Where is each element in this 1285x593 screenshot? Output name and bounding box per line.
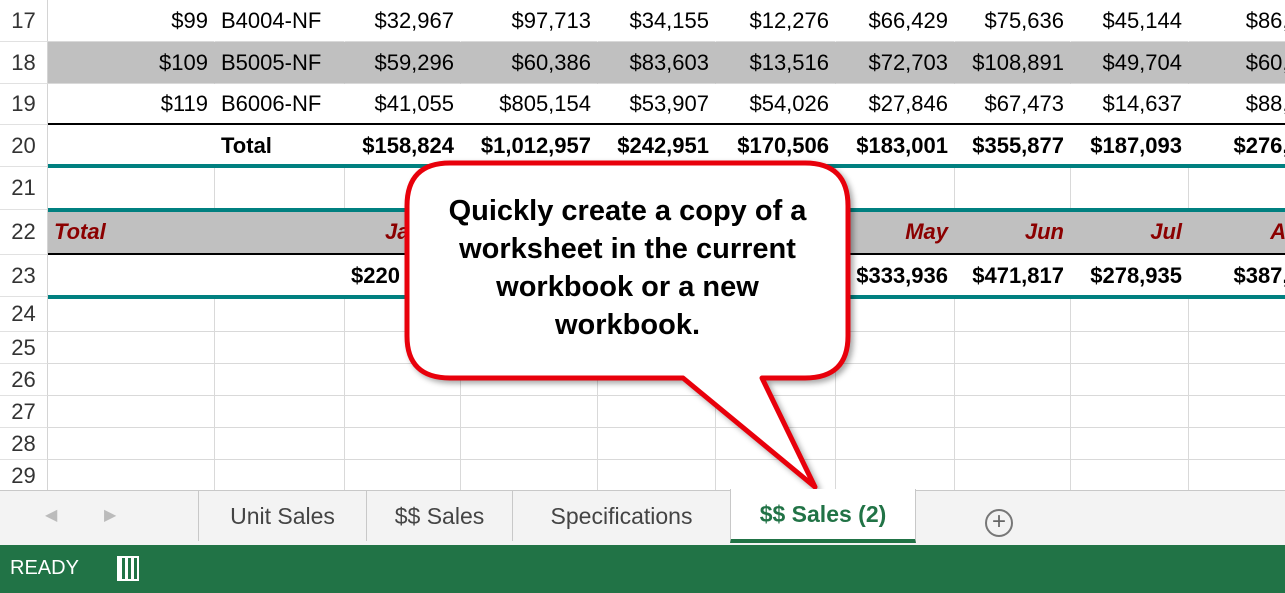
tab-label: $$ Sales (394, 502, 485, 529)
tab-label: Specifications (550, 502, 693, 529)
tab-dollar-sales-2[interactable]: $$ Sales (2) (730, 489, 916, 543)
tab-label: $$ Sales (2) (759, 500, 887, 527)
status-text: READY (10, 557, 79, 579)
chevron-right-icon[interactable]: ▶ (104, 505, 116, 525)
tab-unit-sales[interactable]: Unit Sales (198, 491, 366, 541)
tab-dollar-sales[interactable]: $$ Sales (366, 491, 512, 541)
sheet-tab-bar: ◀ ▶ Unit Sales $$ Sales Specifications $… (0, 489, 1285, 545)
page-layout-icon[interactable] (117, 556, 139, 581)
status-bar: READY (0, 545, 1285, 593)
plus-circle-icon[interactable]: + (985, 509, 1013, 537)
callout-text: Quickly create a copy of a worksheet in … (448, 195, 807, 341)
tab-label: Unit Sales (230, 502, 335, 529)
chevron-left-icon[interactable]: ◀ (45, 505, 57, 525)
tab-specifications[interactable]: Specifications (512, 491, 730, 541)
